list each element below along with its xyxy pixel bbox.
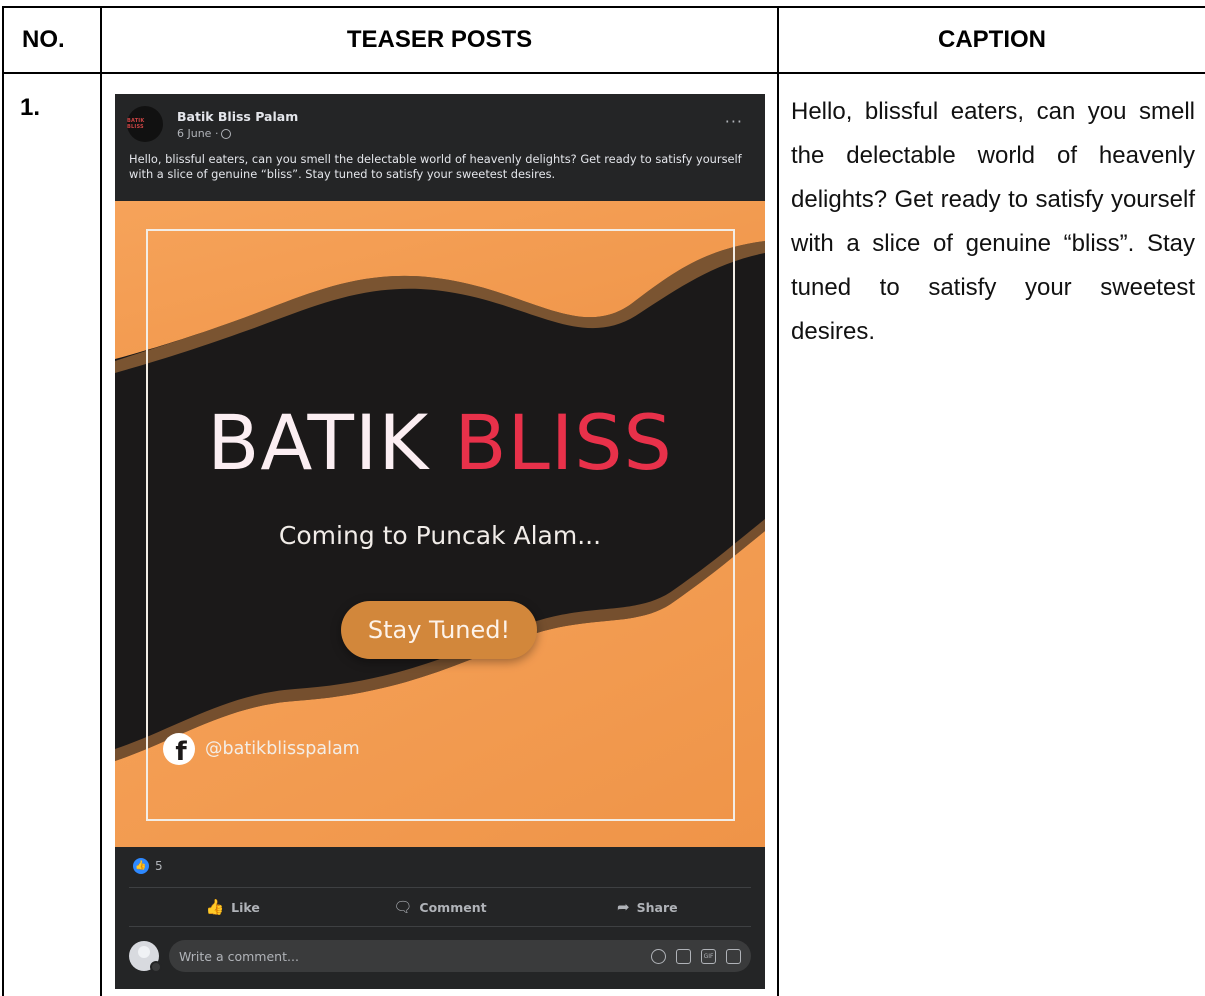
facebook-logo-icon: f	[163, 733, 195, 765]
comment-label: Comment	[419, 899, 487, 915]
brand-title: BATIK BLISS	[115, 405, 765, 481]
header-caption: CAPTION	[777, 6, 1205, 74]
facebook-post: BATIK BLISS Batik Bliss Palam 6 June · ·…	[115, 94, 765, 989]
like-button[interactable]: 👍 Like	[129, 888, 336, 926]
page-avatar[interactable]: BATIK BLISS	[127, 106, 163, 142]
brand-subtitle: Coming to Puncak Alam...	[278, 521, 602, 550]
share-label: Share	[636, 899, 678, 915]
post-meta: 6 June ·	[177, 127, 232, 140]
gif-icon[interactable]: GIF	[701, 948, 716, 964]
like-reaction-icon: 👍	[133, 858, 149, 874]
page-name[interactable]: Batik Bliss Palam	[177, 109, 298, 124]
brand-word-bliss: BLISS	[454, 398, 673, 487]
comment-input[interactable]: Write a comment... GIF	[169, 940, 751, 972]
brand-word-batik: BATIK	[207, 398, 430, 487]
comment-tools: GIF	[651, 948, 741, 964]
row-number: 1.	[2, 72, 102, 996]
handle-text: @batikblisspalam	[205, 739, 360, 759]
post-actions: 👍 Like 🗨 Comment ➦ Share	[129, 887, 751, 927]
reactions-summary[interactable]: 👍 5	[133, 858, 163, 874]
emoji-icon[interactable]	[651, 948, 666, 964]
post-text: Hello, blissful eaters, can you smell th…	[129, 152, 742, 181]
reaction-count: 5	[155, 859, 163, 873]
sticker-icon[interactable]	[726, 948, 741, 964]
header-teaser-posts: TEASER POSTS	[100, 6, 779, 74]
like-label: Like	[231, 899, 260, 915]
camera-icon[interactable]	[676, 948, 691, 964]
facebook-handle: f @batikblisspalam	[163, 733, 360, 765]
comment-composer: Write a comment... GIF	[129, 938, 751, 974]
more-options-icon[interactable]: ···	[725, 112, 743, 131]
comment-button[interactable]: 🗨 Comment	[336, 888, 543, 926]
caption-text: Hello, blissful eaters, can you smell th…	[791, 98, 1195, 345]
header-no: NO.	[2, 6, 102, 74]
table-header-row: NO. TEASER POSTS CAPTION	[2, 6, 1205, 74]
comment-placeholder: Write a comment...	[179, 948, 299, 964]
avatar-switch-icon[interactable]	[150, 961, 162, 973]
post-header: BATIK BLISS Batik Bliss Palam 6 June · ·…	[115, 94, 765, 146]
stay-tuned-badge: Stay Tuned!	[341, 601, 537, 659]
post-image[interactable]: BATIK BLISS Coming to Puncak Alam... Sta…	[115, 201, 765, 847]
caption-cell: Hello, blissful eaters, can you smell th…	[777, 72, 1205, 996]
share-button[interactable]: ➦ Share	[544, 888, 751, 926]
globe-icon	[221, 128, 232, 139]
share-icon: ➦	[617, 898, 630, 916]
post-date[interactable]: 6 June ·	[177, 127, 218, 140]
comment-icon: 🗨	[393, 898, 413, 916]
thumbs-up-icon: 👍	[205, 898, 225, 916]
user-avatar[interactable]	[129, 941, 162, 973]
